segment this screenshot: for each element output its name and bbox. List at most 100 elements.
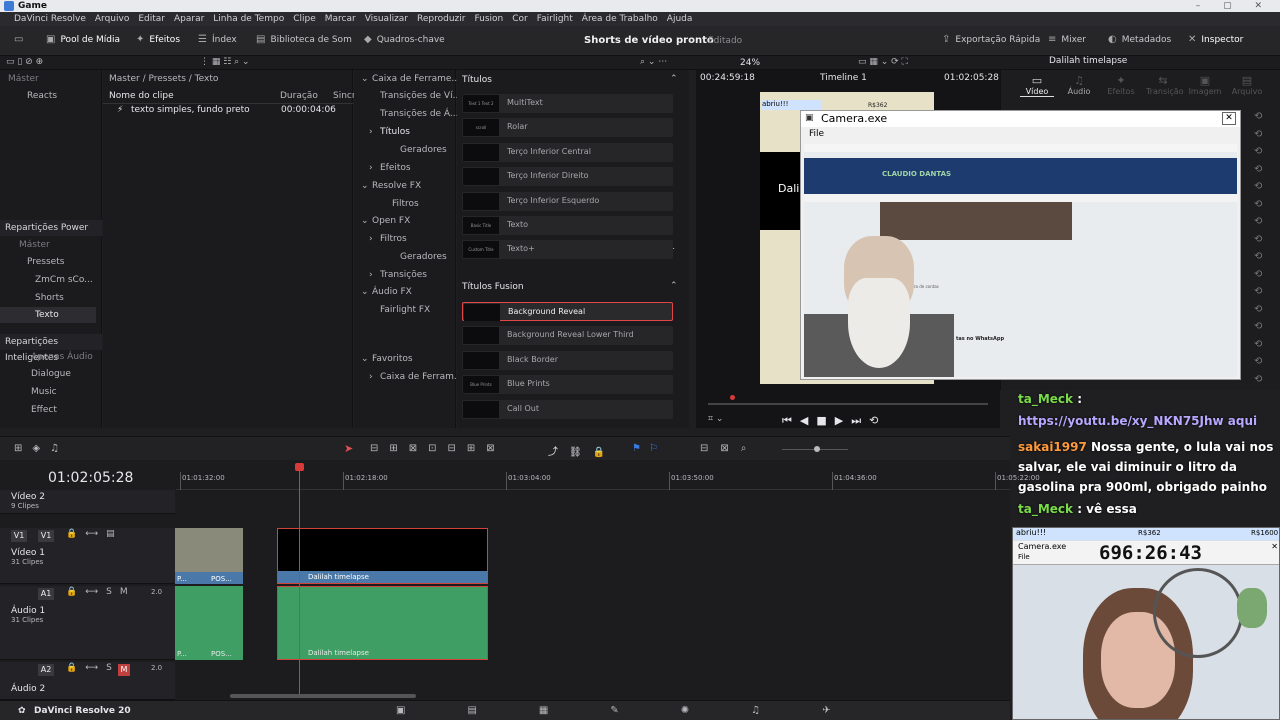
fx-tree-item[interactable]: Fairlight FX [380, 305, 430, 315]
fx-tree-caret-icon[interactable]: ⌄ [361, 74, 369, 84]
fx-tree-item[interactable]: Áudio FX [372, 287, 412, 297]
fx-item[interactable]: scroll Rolar [462, 118, 673, 138]
menu-item-0[interactable]: DaVinci Resolve [14, 14, 86, 24]
fx-tree-item[interactable]: Filtros [392, 199, 419, 209]
fx-item[interactable]: Custom Title Texto+ [462, 240, 673, 260]
power-bin-texto[interactable]: Texto [35, 310, 59, 320]
titles-section-header[interactable]: Títulos [462, 75, 492, 85]
timeline-name[interactable]: Timeline 1 [820, 73, 867, 83]
fx-tree-caret-icon[interactable]: › [369, 270, 373, 280]
fx-tree-item[interactable]: Transições de Á... [380, 109, 459, 119]
menu-item-6[interactable]: Marcar [325, 14, 356, 24]
fx-item[interactable]: Black Border [462, 350, 673, 370]
edit-tool-icons[interactable]: ⊟⊞⊠⊡⊟⊞⊠ [370, 443, 506, 454]
sound-library-button[interactable]: ▤ Biblioteca de Som [256, 34, 352, 45]
fx-tree-caret-icon[interactable]: › [369, 372, 373, 382]
clip-row-name[interactable]: texto simples, fundo preto [131, 105, 250, 115]
fx-item[interactable]: Background Reveal Lower Third [462, 326, 673, 346]
fx-tree-caret-icon[interactable]: ⌄ [361, 287, 369, 297]
menu-item-10[interactable]: Cor [512, 14, 528, 24]
panel-toggle-icon[interactable]: ▭ [14, 34, 23, 45]
bin-reacts[interactable]: Reacts [27, 91, 57, 101]
fx-tree-caret-icon[interactable]: ⌄ [361, 181, 369, 191]
quick-export-button[interactable]: ⇪ Exportação Rápida [942, 34, 1040, 45]
timeline-scrollbar[interactable] [230, 694, 416, 698]
zoom-level[interactable]: 24% [740, 58, 760, 68]
fusion-titles-header[interactable]: Títulos Fusion [462, 282, 524, 292]
fx-item[interactable]: Terço Inferior Direito [462, 167, 673, 187]
fx-tree-item[interactable]: Caixa de Ferrame... [372, 74, 460, 84]
keyframes-button[interactable]: ◆ Quadros-chave [364, 34, 445, 45]
fx-item[interactable]: Background Reveal [462, 302, 673, 321]
timeline-playhead[interactable] [299, 466, 300, 694]
track-controls-a1[interactable]: 🔒⟷SM [66, 587, 136, 597]
collapse-icon[interactable]: ⌃ [670, 74, 678, 84]
viewer-tools-icons[interactable]: ▭ ▦ ⌄ ⟳ ⛶ [858, 57, 908, 67]
fx-item[interactable]: Terço Inferior Esquerdo [462, 191, 673, 211]
viewer-scrubber[interactable] [708, 403, 988, 405]
menu-item-1[interactable]: Arquivo [95, 14, 129, 24]
fx-tree-caret-icon[interactable]: › [369, 163, 373, 173]
fx-item[interactable]: Call Out [462, 399, 673, 419]
fx-tree-item[interactable]: Filtros [380, 234, 407, 244]
power-bin-master[interactable]: Máster [19, 240, 50, 250]
power-bins-header[interactable]: Repartições Power [0, 220, 102, 236]
keyframe-reset-column[interactable]: ⟲ ⟲ ⟲ ⟲ ⟲ ⟲ ⟲ ⟲ ⟲ ⟲ ⟲ ⟲ ⟲ ⟲ ⟲ ⟲ [1254, 108, 1268, 388]
inspector-tab[interactable]: ▭ Vídeo [1020, 74, 1054, 97]
fx-tree-item[interactable]: Open FX [372, 216, 410, 226]
marker-flag-icons[interactable]: ⚑⚐ [632, 443, 666, 454]
crop-icon[interactable]: ⌗ ⌄ [708, 414, 723, 424]
effects-button[interactable]: ✦ Efeitos [136, 34, 180, 45]
timeline-ruler[interactable]: 01:01:32:00 01:02:18:00 01:03:04:00 01:03:5… [176, 468, 1040, 490]
window-controls[interactable]: – ▢ ✕ [1196, 0, 1272, 12]
fx-tree-item[interactable]: Caixa de Ferram... [380, 372, 462, 382]
menu-item-3[interactable]: Aparar [174, 14, 204, 24]
smart-bin-audio-only[interactable]: Apenas Áudio [31, 352, 93, 362]
metadata-button[interactable]: ◐ Metadados [1108, 34, 1171, 45]
inspector-tab[interactable]: ⇆ Transição [1146, 74, 1184, 96]
power-bin-zmcm[interactable]: ZmCm sCo... [35, 275, 93, 285]
zoom-icons[interactable]: ⊟⊠⌕ [700, 443, 758, 454]
camera-window-file-menu[interactable]: File [809, 129, 824, 139]
fx-tree-item[interactable]: Efeitos [380, 163, 411, 173]
viewer-playhead-dot[interactable] [730, 395, 735, 400]
power-bin-pressets[interactable]: Pressets [27, 257, 64, 267]
menu-item-2[interactable]: Editar [138, 14, 165, 24]
snap-link-icons[interactable]: ⤴⛓🔒 [548, 443, 616, 458]
view-mode-icons[interactable]: ⋮ ▦ ☷ ⌕ ⌄ [200, 57, 250, 67]
fx-tree-caret-icon[interactable]: ⌄ [361, 216, 369, 226]
smart-bin-music[interactable]: Music [31, 387, 57, 397]
track-id-a2[interactable]: A2 [38, 664, 54, 676]
fx-tree-item[interactable]: Transições de Ví... [380, 91, 461, 101]
camera-window-close-button[interactable]: ✕ [1222, 112, 1236, 125]
track-id-v1[interactable]: V1 [11, 530, 27, 542]
fx-search-icon[interactable]: ⌕ ⌄ ⋯ [640, 57, 667, 67]
track-id-a1[interactable]: A1 [38, 588, 54, 600]
inspector-tab[interactable]: ✦ Efeitos [1104, 74, 1138, 96]
menu-item-5[interactable]: Clipe [293, 14, 316, 24]
bin-master[interactable]: Máster [8, 74, 39, 84]
inspector-tab[interactable]: ♫ Áudio [1062, 74, 1096, 96]
video-clip-dalilah[interactable]: Dalilah timelapse [277, 528, 488, 584]
source-patch-v1[interactable]: V1 [38, 530, 54, 542]
menu-item-9[interactable]: Fusion [474, 14, 503, 24]
fx-tree-caret-icon[interactable]: › [369, 234, 373, 244]
fx-tree-item[interactable]: Resolve FX [372, 181, 421, 191]
smart-bin-effect[interactable]: Effect [31, 405, 57, 415]
menu-item-12[interactable]: Área de Trabalho [582, 14, 658, 24]
menu-item-7[interactable]: Visualizar [365, 14, 408, 24]
col-duration[interactable]: Duração [280, 91, 318, 101]
fx-tree-caret-icon[interactable]: › [369, 127, 373, 137]
track-controls-a2[interactable]: 🔒⟷S [66, 663, 120, 673]
fx-tree-item[interactable]: Geradores [400, 145, 447, 155]
view-icons[interactable]: ▭ ▯ ⊘ ⊕ [6, 57, 43, 67]
fx-tree-item[interactable]: Favoritos [372, 354, 413, 364]
select-tool-icon[interactable]: ➤ [344, 442, 353, 455]
fx-item[interactable]: Text 1 Text 2 MultiText [462, 94, 673, 113]
index-button[interactable]: ☰ Índex [198, 34, 237, 45]
col-sync[interactable]: Sincr [333, 91, 356, 101]
zoom-slider-handle[interactable] [814, 446, 820, 452]
fx-tree-caret-icon[interactable]: ⌄ [361, 354, 369, 364]
inspector-tab[interactable]: ▤ Arquivo [1230, 74, 1264, 96]
mixer-button[interactable]: ≡ Mixer [1048, 34, 1086, 45]
